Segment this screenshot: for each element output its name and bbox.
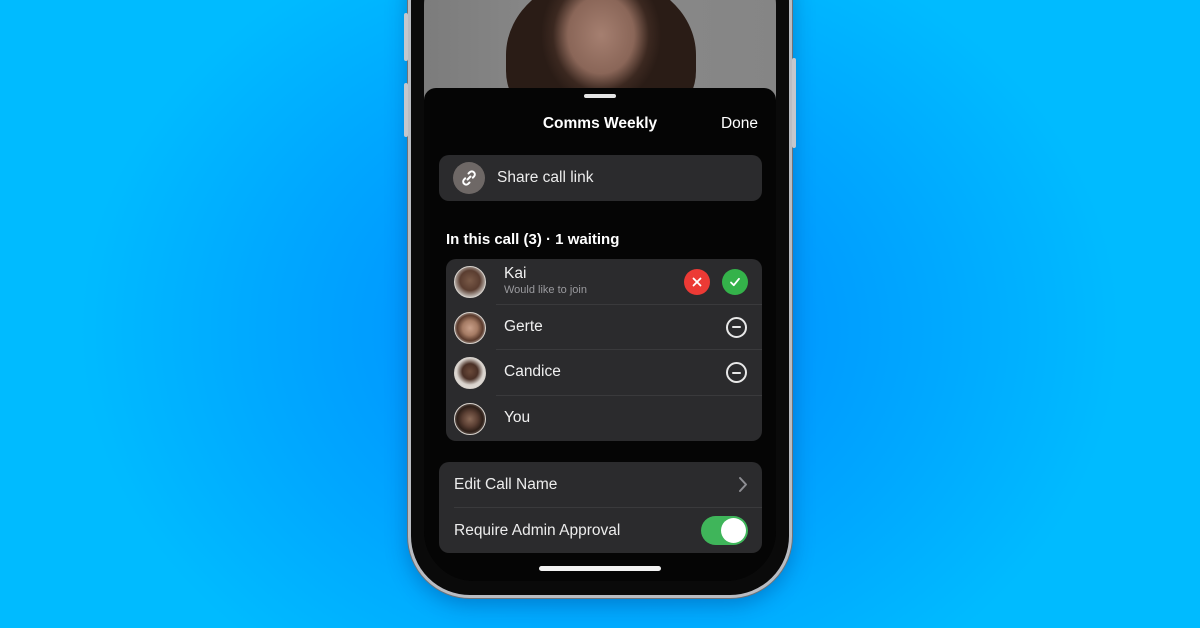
avatar-you [454, 402, 486, 435]
participant-name: Candice [504, 363, 561, 380]
edit-call-name-row[interactable]: Edit Call Name [439, 462, 762, 508]
volume-down-button [404, 83, 408, 137]
participants-list: Kai Would like to join Gerte Candice You [446, 259, 762, 441]
link-icon [453, 162, 485, 194]
checkmark-icon [730, 277, 740, 287]
avatar-candice [454, 357, 486, 389]
participant-name: Gerte [504, 317, 543, 335]
participant-row-kai: Kai Would like to join [446, 259, 762, 305]
edit-call-name-label: Edit Call Name [454, 476, 558, 493]
share-call-link-button[interactable]: Share call link [439, 155, 762, 201]
avatar-gerte [454, 311, 486, 344]
home-indicator[interactable] [539, 566, 661, 571]
participant-row-gerte: Gerte [446, 305, 762, 350]
chevron-right-icon [739, 477, 747, 492]
decline-button[interactable] [684, 269, 710, 295]
require-admin-approval-row: Require Admin Approval [439, 508, 762, 554]
side-button [792, 58, 796, 148]
participants-header: In this call (3) · 1 waiting [446, 231, 620, 248]
volume-up-button [404, 13, 408, 61]
remove-participant-button[interactable] [726, 362, 747, 383]
avatar-kai [454, 266, 486, 298]
share-call-link-label: Share call link [497, 169, 594, 186]
sheet-grabber[interactable] [584, 94, 616, 98]
call-settings: Edit Call Name Require Admin Approval [439, 462, 762, 553]
iphone-frame: Comms Weekly Done Share call link In thi… [404, 0, 796, 598]
participant-row-candice: Candice [446, 350, 762, 396]
done-button[interactable]: Done [721, 115, 758, 133]
require-admin-approval-label: Require Admin Approval [454, 521, 621, 539]
accept-button[interactable] [722, 269, 748, 295]
remove-participant-button[interactable] [726, 316, 747, 338]
participant-status: Would like to join [504, 284, 587, 296]
call-details-sheet: Comms Weekly Done Share call link In thi… [424, 88, 776, 581]
require-admin-approval-toggle[interactable] [701, 515, 748, 545]
participant-name: Kai [504, 265, 527, 282]
toggle-knob [721, 517, 746, 543]
x-icon [692, 277, 702, 287]
participant-name: You [504, 408, 531, 426]
phone-screen: Comms Weekly Done Share call link In thi… [424, 0, 776, 581]
participant-row-you: You [446, 396, 762, 442]
